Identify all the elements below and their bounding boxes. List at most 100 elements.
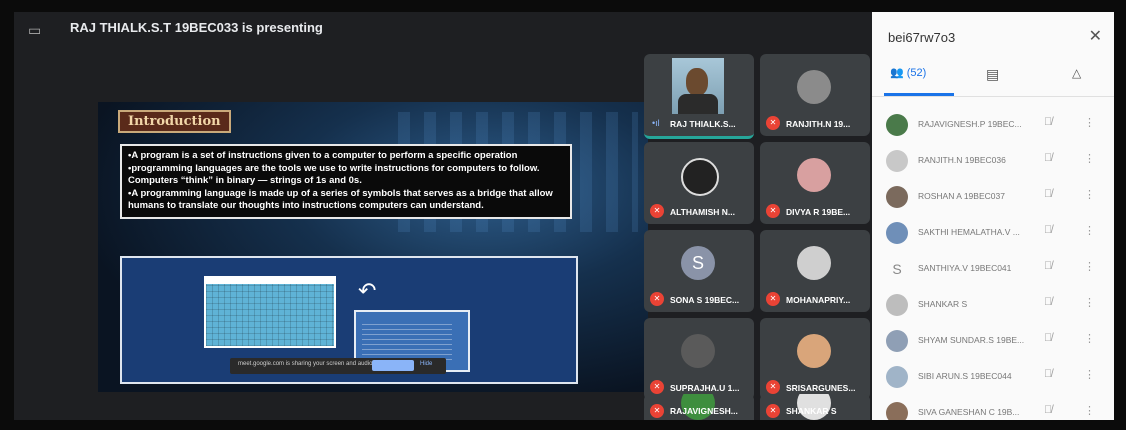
share-notice: meet.google.com is sharing your screen a…	[238, 361, 375, 367]
more-options-icon[interactable]: ⋮	[1084, 332, 1095, 345]
participant-name: SAKTHI HEMALATHA.V ...	[918, 227, 1020, 237]
mic-off-icon: 🎙̸	[1044, 188, 1053, 200]
participant-name: ROSHAN A 19BEC037	[918, 191, 1005, 201]
mic-off-icon: ✕	[766, 404, 780, 418]
tab-people[interactable]: 👥 (52)	[890, 66, 926, 79]
mic-off-icon: ✕	[650, 292, 664, 306]
people-icon: 👥	[890, 67, 904, 79]
participant-tile[interactable]: S ✕ SONA S 19BEC...	[644, 230, 754, 312]
mic-off-icon: 🎙̸	[1044, 296, 1053, 308]
slide-line: •A program is a set of instructions give…	[128, 150, 518, 161]
tile-name: RANJITH.N 19...	[786, 119, 851, 129]
hide-button[interactable]: Hide	[420, 361, 432, 367]
avatar	[797, 246, 831, 280]
people-count: (52)	[906, 67, 927, 79]
stop-sharing-button[interactable]	[372, 360, 414, 371]
slide-textbox: •A program is a set of instructions give…	[120, 144, 572, 219]
meeting-code: bei67rw7o3	[888, 30, 956, 45]
mic-off-icon: 🎙̸	[1044, 224, 1053, 236]
mic-off-icon: ✕	[650, 380, 664, 394]
panel-tabs: 👥 (52) ▤ △	[872, 60, 1114, 97]
curved-arrow-icon: ↶	[358, 278, 377, 303]
participant-name: RAJAVIGNESH.P 19BEC...	[918, 119, 1022, 129]
avatar	[886, 294, 908, 316]
avatar-initial: S	[681, 246, 715, 280]
participant-name: RANJITH.N 19BEC036	[918, 155, 1006, 165]
participant-tile[interactable]: ✕ ALTHAMISH N...	[644, 142, 754, 224]
mic-off-icon: ✕	[766, 380, 780, 394]
slide-line: •programming languages are the tools we …	[128, 162, 540, 187]
list-item[interactable]: RANJITH.N 19BEC036 🎙̸ ⋮	[872, 144, 1114, 180]
mic-off-icon: ✕	[650, 404, 664, 418]
mic-off-icon: 🎙̸	[1044, 404, 1053, 416]
tile-name: ALTHAMISH N...	[670, 207, 736, 217]
shared-slide: Introduction •A program is a set of inst…	[98, 102, 648, 392]
mic-off-icon: 🎙̸	[1044, 152, 1053, 164]
avatar	[886, 114, 908, 136]
participant-tile[interactable]: ✕ MOHANAPRIY...	[760, 230, 870, 312]
more-options-icon[interactable]: ⋮	[1084, 188, 1095, 201]
list-item[interactable]: SIVA GANESHAN C 19B... 🎙̸ ⋮	[872, 396, 1114, 420]
presenting-label: RAJ THIALK.S.T 19BEC033 is presenting	[70, 20, 323, 35]
screen-share-bar: meet.google.com is sharing your screen a…	[230, 358, 446, 374]
participant-name: SIBI ARUN.S 19BEC044	[918, 371, 1012, 381]
participant-list: RAJAVIGNESH.P 19BEC... 🎙̸ ⋮ RANJITH.N 19BE…	[872, 108, 1114, 420]
present-screen-icon: ▭	[28, 22, 42, 38]
mic-off-icon: ✕	[766, 204, 780, 218]
participant-tile[interactable]: ✕ RANJITH.N 19...	[760, 54, 870, 136]
list-item[interactable]: SIBI ARUN.S 19BEC044 🎙̸ ⋮	[872, 360, 1114, 396]
activities-icon[interactable]: △	[1072, 66, 1081, 80]
avatar	[681, 158, 719, 196]
more-options-icon[interactable]: ⋮	[1084, 152, 1095, 165]
participant-name: SANTHIYA.V 19BEC041	[918, 263, 1012, 273]
participant-tile[interactable]: ✕ DIVYA R 19BE...	[760, 142, 870, 224]
mic-off-icon: 🎙̸	[1044, 368, 1053, 380]
mic-off-icon: ✕	[650, 204, 664, 218]
monitor-frame: ▭ RAJ THIALK.S.T 19BEC033 is presenting …	[0, 0, 1126, 430]
tile-name: SUPRAJHA.U 1...	[670, 383, 740, 393]
tile-name: RAJ THIALK.S...	[670, 119, 736, 129]
participant-tiles: •ıl RAJ THIALK.S... ✕ RANJITH.N 19... ✕ …	[644, 54, 872, 420]
mic-off-icon: ✕	[766, 116, 780, 130]
avatar	[886, 186, 908, 208]
more-options-icon[interactable]: ⋮	[1084, 368, 1095, 381]
more-options-icon[interactable]: ⋮	[1084, 296, 1095, 309]
participant-tile[interactable]: •ıl RAJ THIALK.S...	[644, 54, 754, 139]
tile-name: SHANKAR S	[786, 406, 837, 416]
avatar: S	[886, 258, 908, 280]
participant-tile[interactable]: ✕ RAJAVIGNESH...	[644, 394, 754, 420]
avatar	[797, 158, 831, 192]
speaking-icon: •ıl	[652, 118, 660, 128]
chat-icon[interactable]: ▤	[986, 66, 999, 83]
active-tab-indicator	[884, 93, 954, 96]
avatar	[886, 330, 908, 352]
avatar	[886, 222, 908, 244]
tile-name: SRISARGUNES...	[786, 383, 856, 393]
list-item[interactable]: SHANKAR S 🎙̸ ⋮	[872, 288, 1114, 324]
more-options-icon[interactable]: ⋮	[1084, 224, 1095, 237]
meet-window: ▭ RAJ THIALK.S.T 19BEC033 is presenting …	[14, 12, 1114, 420]
more-options-icon[interactable]: ⋮	[1084, 116, 1095, 129]
avatar	[886, 366, 908, 388]
participant-tile[interactable]: ✕ SUPRAJHA.U 1...	[644, 318, 754, 400]
list-item[interactable]: SAKTHI HEMALATHA.V ... 🎙̸ ⋮	[872, 216, 1114, 252]
avatar	[797, 334, 831, 368]
participant-tile[interactable]: ✕ SHANKAR S	[760, 394, 870, 420]
slide-heading: Introduction	[118, 110, 231, 133]
people-panel: bei67rw7o3 ✕ 👥 (52) ▤ △ RAJAVIGNESH.P 19…	[872, 12, 1114, 420]
more-options-icon[interactable]: ⋮	[1084, 404, 1095, 417]
grid-window	[204, 276, 336, 348]
presenter-bar: ▭ RAJ THIALK.S.T 19BEC033 is presenting	[14, 12, 872, 52]
list-item[interactable]: RAJAVIGNESH.P 19BEC... 🎙̸ ⋮	[872, 108, 1114, 144]
participant-name: SHANKAR S	[918, 299, 968, 309]
list-item[interactable]: S SANTHIYA.V 19BEC041 🎙̸ ⋮	[872, 252, 1114, 288]
mic-off-icon: 🎙̸	[1044, 116, 1053, 128]
list-item[interactable]: ROSHAN A 19BEC037 🎙̸ ⋮	[872, 180, 1114, 216]
avatar	[886, 150, 908, 172]
close-icon[interactable]: ✕	[1089, 26, 1102, 46]
mic-off-icon: 🎙̸	[1044, 260, 1053, 272]
slide-line: •A programming language is made up of a …	[128, 187, 553, 212]
participant-tile[interactable]: ✕ SRISARGUNES...	[760, 318, 870, 400]
list-item[interactable]: SHYAM SUNDAR.S 19BE... 🎙̸ ⋮	[872, 324, 1114, 360]
more-options-icon[interactable]: ⋮	[1084, 260, 1095, 273]
